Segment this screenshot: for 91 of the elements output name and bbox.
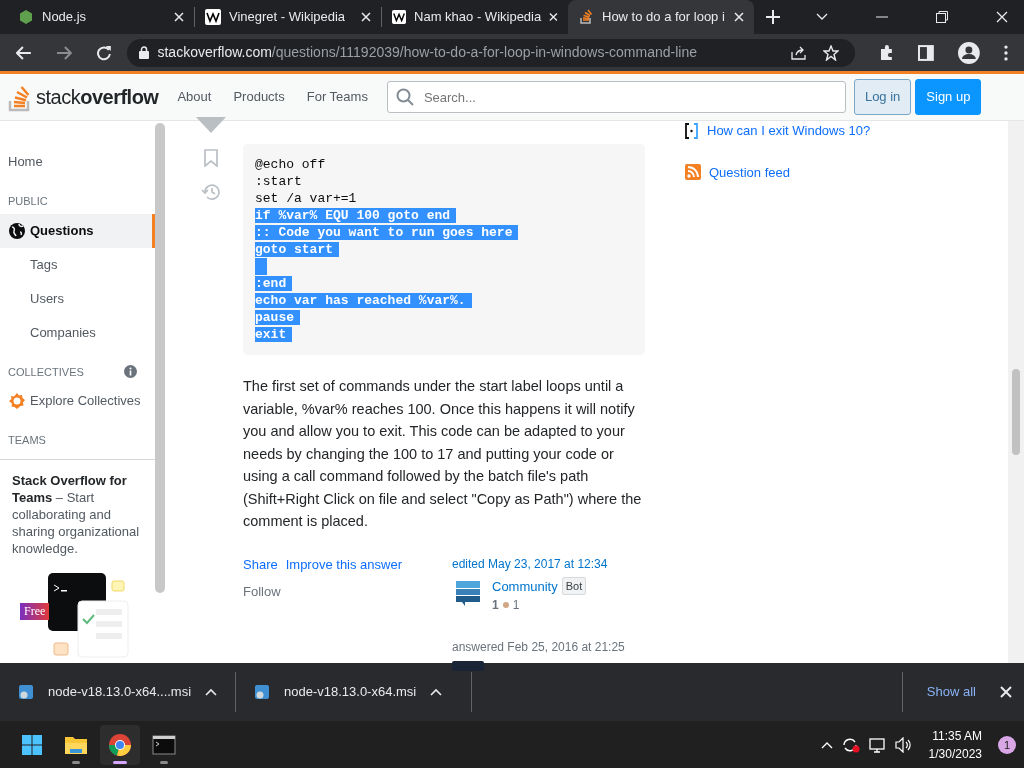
lock-icon — [139, 46, 150, 59]
restore-icon[interactable] — [936, 11, 948, 23]
network-icon[interactable] — [868, 737, 887, 753]
close-icon[interactable] — [734, 12, 744, 22]
browser-tab[interactable]: Nam khao - Wikipedia — [382, 0, 568, 34]
star-icon[interactable] — [822, 44, 839, 61]
download-item[interactable]: node-v18.13.0-x64....msi — [0, 672, 236, 712]
clock[interactable]: 11:35 AM 1/30/2023 — [928, 727, 982, 763]
nav-link[interactable]: About — [166, 81, 223, 113]
browser-tab[interactable]: Vinegret - Wikipedia — [195, 0, 381, 34]
reputation-score: 1 — [492, 597, 499, 614]
close-icon[interactable] — [996, 11, 1008, 23]
follow-link[interactable]: Follow — [243, 584, 281, 599]
more-icon[interactable] — [1004, 44, 1008, 61]
sidebar-link[interactable]: Tags — [0, 247, 155, 282]
sidebar-link[interactable]: Explore Collectives — [0, 384, 155, 418]
section-heading: TEAMS — [8, 433, 46, 448]
globe-icon — [8, 221, 26, 240]
sidebar-link[interactable]: Companies — [0, 315, 155, 350]
tab-title: Node.js — [42, 8, 88, 27]
answer-text: The first set of commands under the start label loops until a variable, %var% reaches 100. Once this happens it will notify you and allow you to exit. This code can be adapted to your needs by changing the 100 to 17 and putting your code or using a call command followed by the batch file's path (Shift+Right Click on file and select "Copy as Path") where the comment is placed. — [243, 377, 643, 531]
hexagon-icon — [18, 9, 34, 25]
share-link[interactable]: Share — [243, 554, 278, 574]
teams-promo-text: Stack Overflow for Teams – Start collaborating and sharing organizational knowledge. — [12, 471, 141, 557]
nav-link[interactable]: For Teams — [295, 81, 379, 113]
login-button[interactable]: Log in — [853, 79, 912, 115]
nav-link[interactable]: Products — [222, 81, 296, 113]
installer-icon — [254, 684, 270, 700]
scrollbar-thumb[interactable] — [155, 123, 165, 593]
meta-icon — [685, 122, 699, 139]
chevron-down-icon[interactable] — [816, 13, 828, 21]
sidebar-link[interactable]: How can I exit Windows 10? — [707, 121, 871, 141]
sidebar-link[interactable]: Question feed — [709, 162, 790, 182]
profile-icon[interactable] — [958, 41, 981, 64]
badge-count: 1 — [512, 597, 520, 614]
edited-link[interactable]: edited May 23, 2017 at 12:34 — [452, 554, 625, 573]
taskbar-app[interactable] — [100, 725, 140, 765]
free-badge: Free — [20, 602, 50, 620]
forward-icon[interactable] — [55, 45, 72, 60]
answered-date: answered Feb 25, 2016 at 21:25 — [452, 639, 625, 656]
chevron-up-icon[interactable] — [820, 741, 833, 749]
bot-badge: Bot — [561, 576, 587, 595]
installer-icon — [18, 684, 34, 700]
tab-title: Vinegret - Wikipedia — [229, 8, 347, 27]
wikipedia-icon — [392, 9, 407, 25]
user-name[interactable]: Community — [492, 576, 558, 596]
close-icon[interactable] — [549, 12, 558, 22]
search-field[interactable]: Search... — [386, 81, 846, 113]
share-icon[interactable] — [790, 45, 807, 60]
tab-title: How to do a for loop i — [602, 8, 726, 27]
scrollbar-thumb[interactable] — [1012, 369, 1020, 455]
sidebar-link[interactable]: Users — [0, 281, 155, 316]
notification-badge[interactable]: 1 — [998, 736, 1016, 754]
new-tab-icon[interactable] — [766, 10, 780, 24]
terminal-icon — [151, 732, 177, 758]
collective-icon — [8, 392, 26, 410]
logo[interactable]: stackoverflow — [8, 82, 159, 112]
address-field[interactable]: stackoverflow.com/questions/11192039/how-to-do-a-for-loop-in-windows-command-line — [127, 38, 855, 67]
sync-icon[interactable] — [840, 736, 861, 754]
browser-tab[interactable]: How to do a for loop i — [568, 0, 754, 34]
stack-icon — [8, 84, 32, 112]
code-block: @echo off :start set /a var+=1 if %var% EQU 100 goto end :: Code you want to run goes here goto start :end echo var has reached %var%. pause exit — [243, 144, 645, 355]
browser-tab[interactable]: Node.js — [8, 0, 194, 34]
url-text: stackoverflow.com/questions/11192039/how-to-do-a-for-loop-in-windows-command-line — [157, 43, 697, 62]
sidebar-icon[interactable] — [918, 44, 935, 61]
stack-icon — [578, 9, 594, 25]
back-icon[interactable] — [16, 45, 32, 60]
speaker-icon[interactable] — [894, 737, 913, 753]
wikipedia-icon — [205, 9, 221, 25]
caret-icon — [430, 688, 443, 696]
section-heading: COLLECTIVES — [8, 364, 84, 380]
windows-icon — [19, 732, 45, 758]
close-icon[interactable] — [174, 12, 184, 22]
info-icon — [124, 365, 137, 379]
close-icon[interactable] — [361, 12, 371, 22]
download-item[interactable]: node-v18.13.0-x64.msi — [236, 672, 472, 712]
section-heading: PUBLIC — [8, 194, 48, 209]
user-avatar — [452, 660, 484, 671]
search-icon — [395, 88, 414, 106]
badge-dot-icon — [502, 602, 509, 608]
improve-link[interactable]: Improve this answer — [285, 554, 403, 574]
sidebar-link[interactable]: Questions — [0, 213, 155, 248]
close-icon[interactable] — [1000, 686, 1012, 698]
show-all-link[interactable]: Show all — [926, 682, 976, 702]
rss-icon — [685, 164, 701, 181]
tab-title: Nam khao - Wikipedia — [414, 8, 542, 27]
caret-icon — [205, 688, 218, 696]
sidebar-link[interactable]: Home — [0, 145, 155, 179]
reload-icon[interactable] — [95, 44, 112, 61]
puzzle-icon[interactable] — [878, 44, 895, 61]
chrome-icon — [107, 732, 133, 758]
